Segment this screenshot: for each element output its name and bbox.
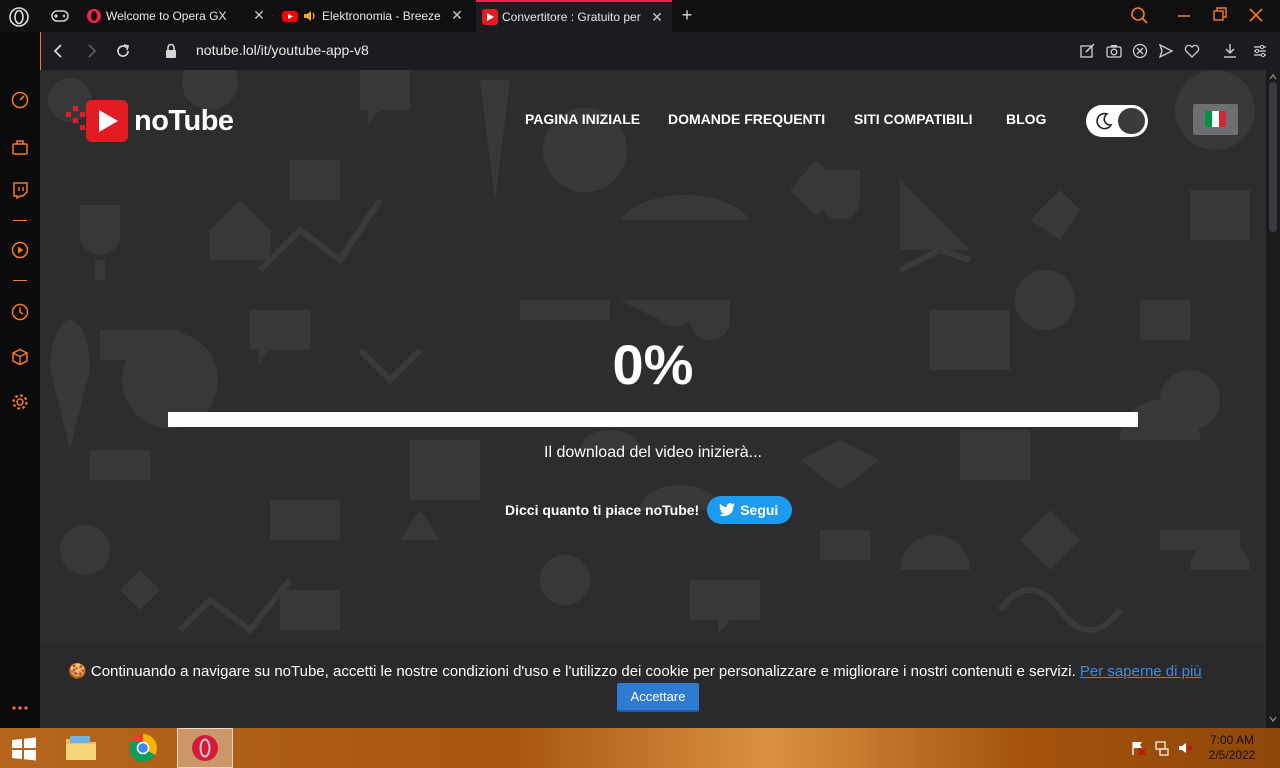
- share-prompt: Dicci quanto ti piace noTube!: [505, 502, 700, 518]
- nav-faq[interactable]: DOMANDE FREQUENTI: [668, 111, 825, 127]
- page-scrollbar[interactable]: [1266, 70, 1280, 728]
- opera-menu-icon[interactable]: [8, 6, 30, 28]
- cookie-text: Continuando a navigare su noTube, accett…: [90, 663, 1076, 680]
- tab-title: Convertitore : Gratuito per: [502, 10, 641, 24]
- system-clock[interactable]: 7:00 AM 2/5/2022: [1196, 733, 1268, 763]
- clock-date: 2/5/2022: [1208, 748, 1256, 762]
- web-page: noTube PAGINA INIZIALE DOMANDE FREQUENTI…: [40, 70, 1266, 728]
- cookie-message: 🍪 Continuando a navigare su noTube, acce…: [68, 662, 1248, 680]
- screen: Welcome to Opera GX ✕ Elektronomia - Bre…: [0, 0, 1280, 768]
- download-percent: 0%: [612, 333, 694, 396]
- send-icon[interactable]: [1157, 42, 1175, 60]
- player-icon[interactable]: [10, 240, 30, 260]
- tab-opera-gx[interactable]: Welcome to Opera GX ✕: [84, 0, 274, 32]
- tab-notube[interactable]: Convertitore : Gratuito per ✕: [476, 0, 672, 32]
- tab-youtube[interactable]: Elektronomia - Breeze ✕: [280, 0, 472, 32]
- heart-icon[interactable]: [1183, 42, 1201, 60]
- scroll-down-icon[interactable]: [1268, 714, 1278, 724]
- language-selector[interactable]: [1193, 104, 1238, 135]
- toggle-knob: [1118, 108, 1145, 134]
- notube-logo[interactable]: noTube: [66, 98, 234, 144]
- opera-taskbar-icon[interactable]: [177, 728, 233, 768]
- notube-logo-icon: [66, 100, 128, 142]
- history-icon[interactable]: [10, 302, 30, 322]
- download-icon[interactable]: [1221, 42, 1239, 60]
- file-explorer-icon[interactable]: [53, 728, 109, 768]
- search-icon[interactable]: [1128, 4, 1152, 26]
- tab-close-icon[interactable]: ✕: [650, 10, 664, 24]
- scrollbar-thumb[interactable]: [1269, 82, 1277, 232]
- action-center-flag-icon[interactable]: [1130, 740, 1146, 756]
- windows-start-icon[interactable]: [10, 736, 38, 762]
- snapshot-camera-icon[interactable]: [1105, 42, 1123, 60]
- moon-icon: [1096, 112, 1113, 130]
- edit-icon[interactable]: [1079, 42, 1097, 60]
- download-progress-bar: [168, 412, 1138, 427]
- logo-text: noTube: [134, 104, 234, 137]
- volume-muted-icon[interactable]: [1178, 740, 1194, 756]
- settings-gear-icon[interactable]: [10, 392, 30, 412]
- extensions-cube-icon[interactable]: [10, 347, 30, 367]
- speed-dial-icon[interactable]: [10, 90, 30, 110]
- share-row: Dicci quanto ti piace noTube! Segui: [505, 496, 793, 524]
- address-bar: notube.lol/it/youtube-app-v8: [40, 32, 1280, 70]
- doodle-background-pattern: [48, 70, 1255, 635]
- minimize-icon[interactable]: [1172, 4, 1196, 26]
- opera-sidebar: [0, 32, 40, 728]
- italy-flag-icon: [1205, 111, 1226, 127]
- opera-icon: [86, 8, 102, 24]
- gx-corner-icon[interactable]: [10, 136, 30, 156]
- url-field[interactable]: notube.lol/it/youtube-app-v8: [196, 42, 369, 58]
- twitch-icon[interactable]: [10, 180, 30, 200]
- follow-label: Segui: [740, 502, 779, 518]
- notube-icon: [482, 9, 498, 25]
- nav-blog[interactable]: BLOG: [1006, 111, 1046, 127]
- scroll-up-icon[interactable]: [1268, 72, 1278, 82]
- back-icon[interactable]: [49, 41, 69, 61]
- network-icon[interactable]: [1154, 740, 1170, 756]
- cookie-icon: 🍪: [68, 663, 87, 680]
- gx-control-icon[interactable]: [50, 7, 70, 25]
- youtube-icon: [282, 8, 298, 24]
- nav-compatible-sites[interactable]: SITI COMPATIBILI: [854, 111, 972, 127]
- sidebar-divider: [13, 280, 27, 281]
- close-window-icon[interactable]: [1244, 4, 1268, 26]
- browser-tab-bar: Welcome to Opera GX ✕ Elektronomia - Bre…: [0, 0, 1280, 32]
- tab-close-icon[interactable]: ✕: [450, 8, 464, 22]
- more-icon[interactable]: [10, 698, 30, 718]
- nav-home[interactable]: PAGINA INIZIALE: [525, 111, 640, 127]
- sidebar-divider: [13, 220, 27, 221]
- twitter-follow-button[interactable]: Segui: [707, 496, 793, 524]
- windows-taskbar: 7:00 AM 2/5/2022: [0, 728, 1280, 768]
- chrome-icon[interactable]: [115, 728, 171, 768]
- lock-icon[interactable]: [161, 41, 181, 61]
- ad-blocker-icon[interactable]: [1131, 42, 1149, 60]
- download-status: Il download del video inizierà...: [544, 444, 762, 461]
- accept-cookies-button[interactable]: Accettare: [617, 683, 699, 712]
- restore-icon[interactable]: [1208, 4, 1232, 26]
- tab-close-icon[interactable]: ✕: [252, 8, 266, 22]
- forward-icon[interactable]: [81, 41, 101, 61]
- easy-setup-icon[interactable]: [1251, 42, 1269, 60]
- clock-time: 7:00 AM: [1209, 733, 1255, 747]
- new-tab-button[interactable]: +: [678, 5, 696, 25]
- twitter-icon: [719, 503, 736, 517]
- dark-mode-toggle[interactable]: [1086, 105, 1148, 137]
- cookie-banner: 🍪 Continuando a navigare su noTube, acce…: [40, 642, 1266, 728]
- tab-title: Welcome to Opera GX: [106, 9, 227, 23]
- audio-playing-icon[interactable]: [302, 8, 318, 24]
- learn-more-link[interactable]: Per saperne di più: [1080, 663, 1202, 680]
- reload-icon[interactable]: [113, 41, 133, 61]
